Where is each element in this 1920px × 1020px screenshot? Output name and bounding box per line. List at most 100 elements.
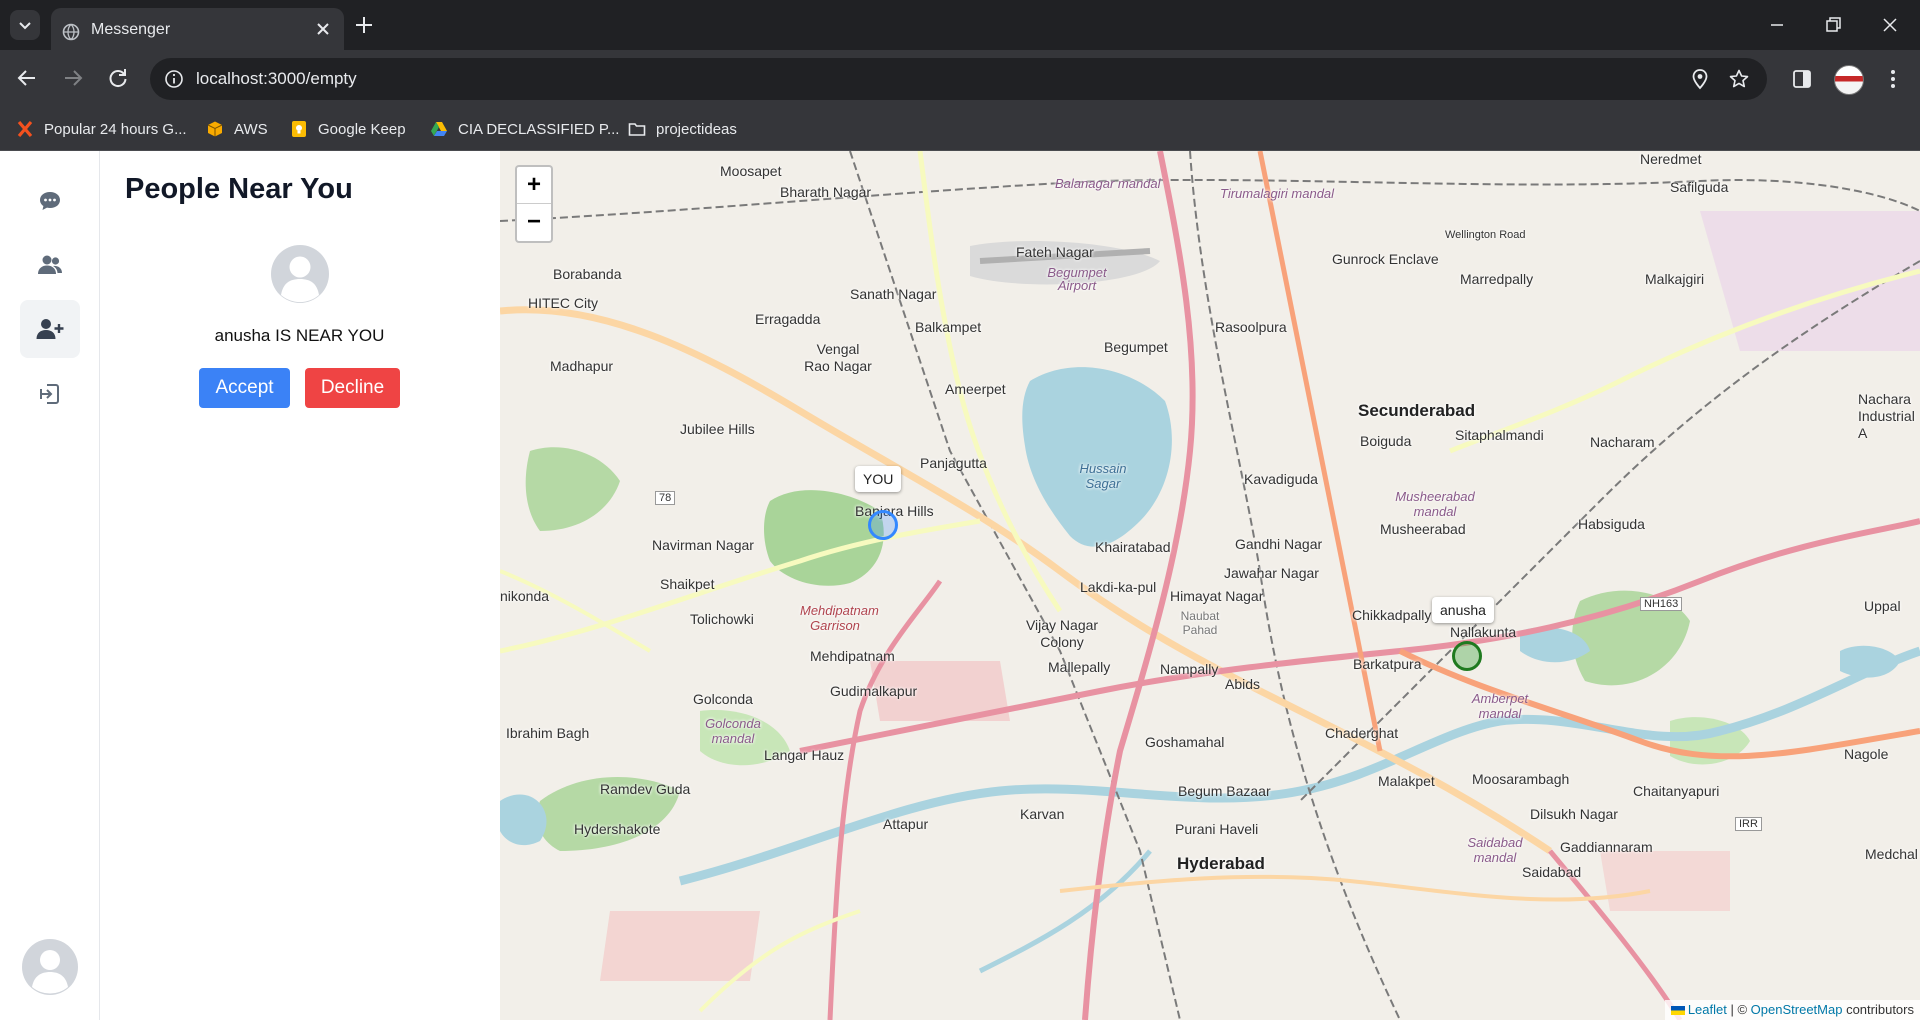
place-label: Attapur [883, 816, 929, 832]
place-label: Balanagar mandal [1055, 176, 1161, 191]
nav-logout-button[interactable] [20, 365, 80, 423]
address-bar[interactable]: localhost:3000/empty [150, 58, 1767, 100]
anusha-marker-tooltip: anusha [1432, 597, 1494, 623]
place-label: nikonda [500, 588, 550, 604]
tab-search-button[interactable] [10, 10, 40, 40]
bookmark-item[interactable]: projectideas [628, 108, 737, 150]
decline-button[interactable]: Decline [305, 368, 400, 408]
place-label: Tolichowki [690, 611, 754, 627]
window-close-icon[interactable] [1879, 14, 1901, 36]
location-pin-icon[interactable] [1689, 68, 1711, 90]
nav-rail [0, 151, 100, 1020]
chevron-down-icon [19, 22, 31, 30]
road-shield: IRR [1735, 817, 1762, 831]
place-label: Vijay Nagar Colony [1025, 617, 1099, 650]
browser-tab[interactable]: Messenger [51, 8, 344, 50]
place-label: Nacharam [1590, 434, 1655, 450]
near-you-message: anusha IS NEAR YOU [214, 326, 385, 345]
user-avatar[interactable] [22, 939, 78, 995]
you-marker-tooltip: YOU [855, 466, 902, 492]
place-label: Musheerabad mandal [1395, 489, 1475, 519]
place-label: Fateh Nagar [1016, 244, 1094, 260]
map-attribution: Leaflet | © OpenStreetMap contributors [1664, 1000, 1920, 1020]
bookmark-item[interactable]: Google Keep [290, 108, 406, 150]
browser-tab-strip: Messenger [0, 0, 1920, 50]
bookmark-item[interactable]: Popular 24 hours G... [16, 108, 187, 150]
user-plus-icon [36, 319, 64, 339]
zoom-in-button[interactable]: + [517, 167, 551, 204]
chat-bubble-icon [40, 192, 60, 210]
place-label: Nallakunta [1450, 624, 1517, 640]
place-label: Ibrahim Bagh [506, 725, 590, 741]
place-label: Erragadda [755, 311, 821, 327]
place-label: Habsiguda [1578, 516, 1645, 532]
people-near-you-panel: People Near You anusha IS NEAR YOU Accep… [100, 151, 499, 1020]
you-location-marker[interactable] [868, 510, 898, 540]
accept-button[interactable]: Accept [199, 368, 290, 408]
place-label: Secunderabad [1358, 401, 1476, 420]
restore-icon[interactable] [1822, 14, 1844, 36]
place-label: Sanath Nagar [850, 286, 937, 302]
nav-people-near-you-button[interactable] [20, 300, 80, 358]
place-label: Musheerabad [1380, 521, 1466, 537]
place-label: Moosapet [720, 163, 782, 179]
place-label: Malkajgiri [1645, 271, 1705, 287]
more-vertical-icon[interactable] [1881, 67, 1905, 91]
place-label: Tirumalagiri mandal [1220, 186, 1335, 201]
place-label: Vengal Rao Nagar [804, 341, 872, 374]
osm-link[interactable]: OpenStreetMap [1751, 1002, 1843, 1017]
place-label: Mehdipatnam [810, 648, 895, 664]
anusha-location-marker[interactable] [1452, 641, 1482, 671]
forward-arrow-icon[interactable] [60, 65, 86, 91]
map-view[interactable]: Moosapet Bharath Nagar Balanagar mandal … [500, 151, 1920, 1020]
place-label: Boiguda [1360, 433, 1412, 449]
place-label: Navirman Nagar [652, 537, 754, 553]
nav-friends-button[interactable] [20, 236, 80, 294]
place-label: Moosarambagh [1472, 771, 1570, 787]
ukraine-flag-icon [1670, 1006, 1685, 1016]
attribution-separator: | © [1726, 1002, 1751, 1017]
place-label: Malakpet [1378, 773, 1435, 789]
package-icon [207, 121, 223, 137]
site-info-icon[interactable] [164, 69, 184, 89]
place-label: Sitaphalmandi [1455, 427, 1544, 443]
place-label: Wellington Road [1445, 229, 1526, 241]
place-label: Nampally [1160, 661, 1219, 677]
place-label: Neredmet [1640, 151, 1702, 167]
reload-icon[interactable] [105, 65, 131, 91]
close-icon[interactable] [314, 20, 332, 38]
url-text: localhost:3000/empty [196, 69, 357, 88]
place-label: Marredpally [1460, 271, 1534, 287]
place-label: Karvan [1020, 806, 1065, 822]
bookmark-star-icon[interactable] [1728, 68, 1750, 90]
road-shield: NH163 [1640, 597, 1683, 611]
plus-icon[interactable] [353, 14, 375, 36]
place-label: Hussain Sagar [1079, 461, 1127, 491]
place-label: Dilsukh Nagar [1530, 806, 1618, 822]
zoom-out-button[interactable]: − [517, 204, 551, 240]
place-label: Begum Bazaar [1178, 783, 1271, 799]
leaflet-link[interactable]: Leaflet [1688, 1002, 1727, 1017]
browser-toolbar: localhost:3000/empty [0, 50, 1920, 108]
place-label: Hyderabad [1177, 854, 1265, 873]
side-panel-icon[interactable] [1790, 67, 1814, 91]
place-label: Lakdi-ka-pul [1080, 579, 1157, 595]
bookmark-item[interactable]: CIA DECLASSIFIED P... [430, 108, 619, 150]
minimize-icon[interactable] [1766, 14, 1788, 36]
attribution-suffix: contributors [1842, 1002, 1914, 1017]
place-label: Barkatpura [1353, 656, 1422, 672]
back-arrow-icon[interactable] [14, 65, 40, 91]
place-label: Abids [1225, 676, 1261, 692]
place-label: Amberpet mandal [1471, 691, 1529, 721]
nav-chats-button[interactable] [20, 172, 80, 230]
sign-out-icon [40, 384, 59, 404]
place-label: Jawahar Nagar [1224, 565, 1319, 581]
bookmark-item[interactable]: AWS [206, 108, 268, 150]
place-label: Saidabad mandal [1467, 835, 1523, 865]
place-label: Mallepally [1048, 659, 1111, 675]
profile-avatar[interactable] [1834, 65, 1864, 95]
person-avatar [271, 245, 329, 303]
place-label: Begumpet [1104, 339, 1168, 355]
place-label: Golconda mandal [705, 716, 761, 746]
place-label: Shaikpet [660, 576, 715, 592]
